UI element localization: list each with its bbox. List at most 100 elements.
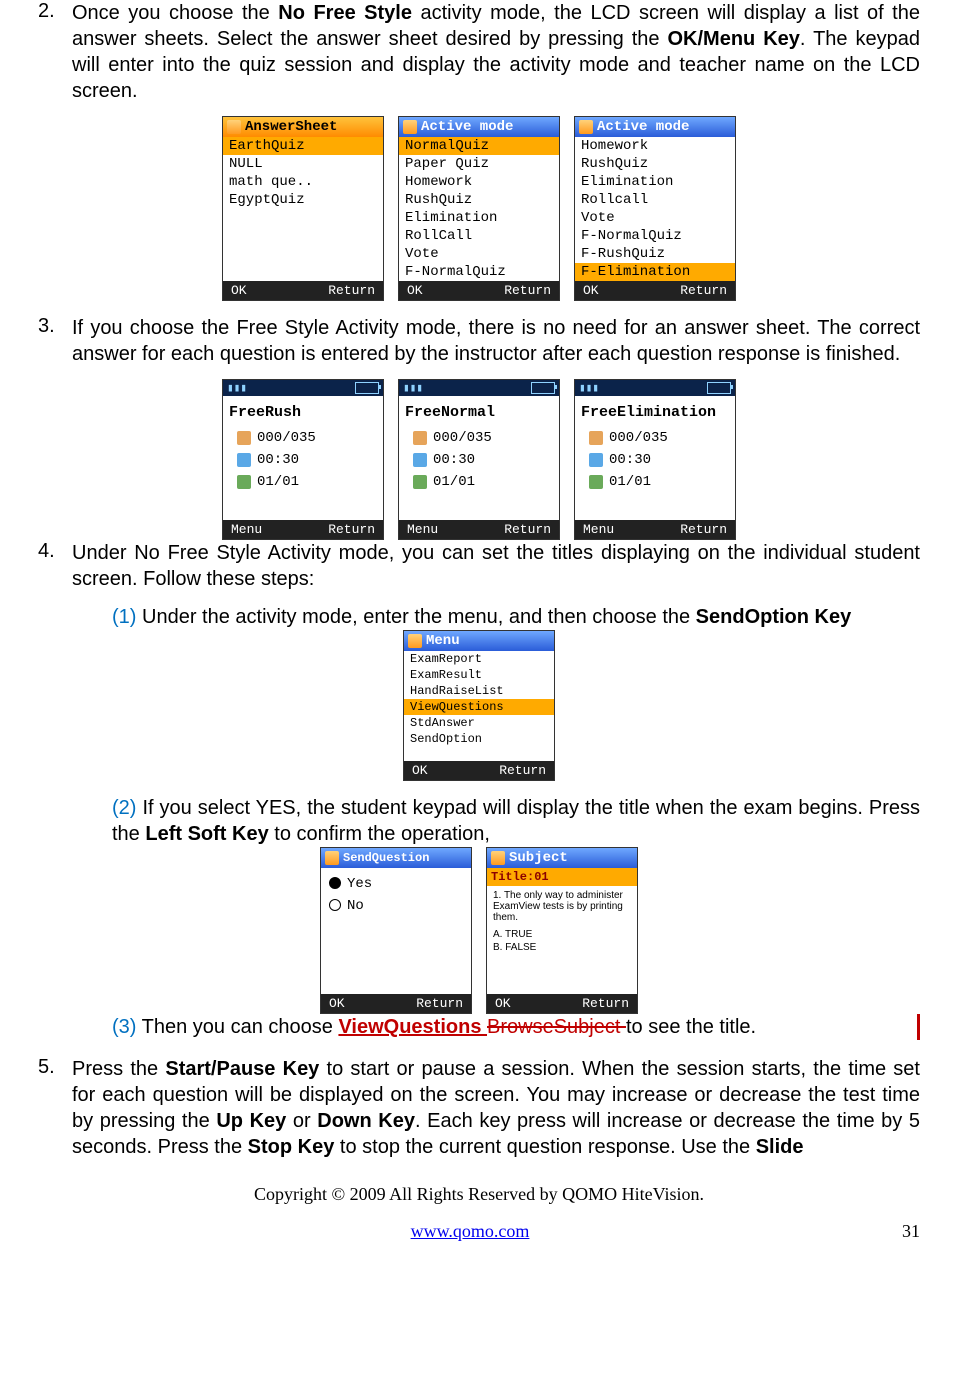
- list-item: ExamResult: [404, 667, 554, 683]
- chip-icon: [403, 120, 417, 134]
- mode-label: FreeRush: [229, 404, 377, 421]
- device-body: FreeElimination 000/035 00:30 01/01: [575, 396, 735, 520]
- step-5: 5. Press the Start/Pause Key to start or…: [38, 1056, 920, 1160]
- screenshot-row-2: ▮▮▮ FreeRush 000/035 00:30 01/01 MenuRet…: [38, 379, 920, 540]
- topbar: ▮▮▮: [223, 380, 383, 396]
- device-body: ExamReport ExamResult HandRaiseList View…: [404, 651, 554, 761]
- topbar: ▮▮▮: [575, 380, 735, 396]
- device-freenormal: ▮▮▮ FreeNormal 000/035 00:30 01/01 MenuR…: [398, 379, 560, 540]
- device-footer: OKReturn: [575, 281, 735, 300]
- list-item: EgyptQuiz: [223, 191, 383, 209]
- step-3-text: If you choose the Free Style Activity mo…: [72, 315, 920, 367]
- list-item: Elimination: [575, 173, 735, 191]
- step-4: 4. Under No Free Style Activity mode, yo…: [38, 540, 920, 592]
- substep-3: (3) Then you can choose ViewQuestions Br…: [112, 1014, 917, 1040]
- chip-icon: [408, 634, 422, 648]
- device-body: FreeNormal 000/035 00:30 01/01: [399, 396, 559, 520]
- pencil-icon: [589, 475, 603, 489]
- device-body: FreeRush 000/035 00:30 01/01: [223, 396, 383, 520]
- mode-label: FreeNormal: [405, 404, 553, 421]
- device-footer: OKReturn: [399, 281, 559, 300]
- signal-icon: ▮▮▮: [227, 381, 247, 395]
- list-item: Vote: [399, 245, 559, 263]
- chip-icon: [227, 120, 241, 134]
- list-item: ExamReport: [404, 651, 554, 667]
- clock-icon: [589, 453, 603, 467]
- list-item: Paper Quiz: [399, 155, 559, 173]
- battery-icon: [707, 382, 731, 394]
- list-item: SendOption: [404, 731, 554, 747]
- signal-icon: ▮▮▮: [579, 381, 599, 395]
- device-header: Subject: [487, 848, 637, 868]
- deleted-text: BrowseSubject: [487, 1016, 626, 1038]
- list-item: NULL: [223, 155, 383, 173]
- list-item: RollCall: [399, 227, 559, 245]
- radio-filled-icon: [329, 877, 341, 889]
- step-3-number: 3.: [38, 315, 72, 367]
- list-item: RushQuiz: [575, 155, 735, 173]
- chip-icon: [491, 851, 505, 865]
- list-item: Vote: [575, 209, 735, 227]
- step-3: 3. If you choose the Free Style Activity…: [38, 315, 920, 367]
- list-item: EarthQuiz: [223, 137, 383, 155]
- device-body: Title:01 1. The only way to administer E…: [487, 868, 637, 994]
- radio-yes: Yes: [329, 876, 463, 892]
- device-header: SendQuestion: [321, 848, 471, 868]
- battery-icon: [531, 382, 555, 394]
- subject-body: 1. The only way to administer ExamView t…: [487, 886, 637, 957]
- device-header: Active mode: [399, 117, 559, 137]
- substep-3-row: (3) Then you can choose ViewQuestions Br…: [38, 1014, 920, 1040]
- substep-2: (2) If you select YES, the student keypa…: [112, 795, 920, 847]
- track-change-bar: [917, 1014, 920, 1040]
- page-footer-row: www.qomo.com 31: [0, 1221, 958, 1242]
- person-icon: [237, 431, 251, 445]
- device-footer: MenuReturn: [575, 520, 735, 539]
- device-subject: Subject Title:01 1. The only way to admi…: [486, 847, 638, 1014]
- device-header: Active mode: [575, 117, 735, 137]
- list-item: math que..: [223, 173, 383, 191]
- battery-icon: [355, 382, 379, 394]
- device-sendquestion: SendQuestion Yes No OKReturn: [320, 847, 472, 1014]
- list-item: HandRaiseList: [404, 683, 554, 699]
- step-4-text: Under No Free Style Activity mode, you c…: [72, 540, 920, 592]
- step-2: 2. Once you choose the No Free Style act…: [38, 0, 920, 104]
- step-5-number: 5.: [38, 1056, 72, 1160]
- device-header: AnswerSheet: [223, 117, 383, 137]
- device-footer: OKReturn: [404, 761, 554, 780]
- list-item: RushQuiz: [399, 191, 559, 209]
- list-item: NormalQuiz: [399, 137, 559, 155]
- chip-icon: [325, 851, 339, 865]
- step-5-text: Press the Start/Pause Key to start or pa…: [72, 1056, 920, 1160]
- step-4-number: 4.: [38, 540, 72, 592]
- device-footer: OKReturn: [321, 994, 471, 1013]
- radio-no: No: [329, 898, 463, 914]
- device-freeelimination: ▮▮▮ FreeElimination 000/035 00:30 01/01 …: [574, 379, 736, 540]
- device-footer: MenuReturn: [223, 520, 383, 539]
- list-item: Elimination: [399, 209, 559, 227]
- chip-icon: [579, 120, 593, 134]
- list-item: Rollcall: [575, 191, 735, 209]
- inserted-text: ViewQuestions: [338, 1016, 487, 1038]
- substep-1: (1) Under the activity mode, enter the m…: [112, 604, 920, 630]
- list-item: Homework: [399, 173, 559, 191]
- device-footer: OKReturn: [487, 994, 637, 1013]
- step-2-number: 2.: [38, 0, 72, 104]
- device-header: Menu: [404, 631, 554, 651]
- list-item: ViewQuestions: [404, 699, 554, 715]
- pencil-icon: [237, 475, 251, 489]
- device-body: NormalQuiz Paper Quiz Homework RushQuiz …: [399, 137, 559, 281]
- mode-label: FreeElimination: [581, 404, 729, 421]
- person-icon: [413, 431, 427, 445]
- step-2-text: Once you choose the No Free Style activi…: [72, 0, 920, 104]
- person-icon: [589, 431, 603, 445]
- list-item: F-NormalQuiz: [399, 263, 559, 281]
- list-item: F-RushQuiz: [575, 245, 735, 263]
- list-item: F-NormalQuiz: [575, 227, 735, 245]
- device-body: EarthQuiz NULL math que.. EgyptQuiz: [223, 137, 383, 281]
- copyright-line: Copyright © 2009 All Rights Reserved by …: [38, 1184, 920, 1205]
- footer-link[interactable]: www.qomo.com: [411, 1221, 530, 1241]
- pencil-icon: [413, 475, 427, 489]
- signal-icon: ▮▮▮: [403, 381, 423, 395]
- device-menu: Menu ExamReport ExamResult HandRaiseList…: [403, 630, 555, 781]
- device-body: Yes No: [321, 868, 471, 994]
